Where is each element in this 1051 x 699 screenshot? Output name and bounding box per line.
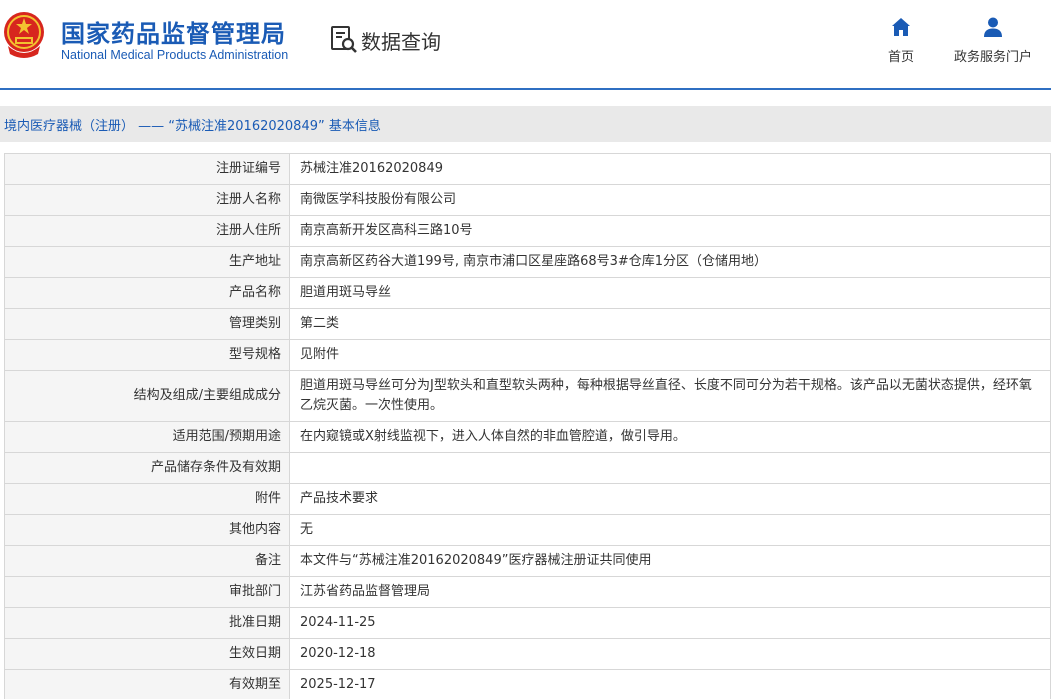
field-label: 型号规格 — [4, 339, 290, 371]
field-label: 管理类别 — [4, 308, 290, 340]
table-row: 结构及组成/主要组成成分 胆道用斑马导丝可分为J型软头和直型软头两种，每种根据导丝… — [4, 370, 1051, 422]
field-value: 南京高新开发区高科三路10号 — [289, 215, 1051, 247]
table-row: 有效期至 2025-12-17 — [4, 669, 1051, 699]
field-label: 其他内容 — [4, 514, 290, 546]
field-value: 2025-12-17 — [289, 669, 1051, 699]
data-query-heading: 数据查询 — [329, 24, 441, 56]
table-row: 备注 本文件与“苏械注准20162020849”医疗器械注册证共同使用 — [4, 545, 1051, 577]
document-search-icon — [331, 26, 357, 53]
field-value: 无 — [289, 514, 1051, 546]
field-label: 审批部门 — [4, 576, 290, 608]
table-row: 注册人住所 南京高新开发区高科三路10号 — [4, 215, 1051, 247]
table-row: 生产地址 南京高新区药谷大道199号, 南京市浦口区星座路68号3#仓库1分区（仓… — [4, 246, 1051, 278]
field-value: 胆道用斑马导丝可分为J型软头和直型软头两种，每种根据导丝直径、长度不同可分为若干… — [289, 370, 1051, 422]
record-title: 境内医疗器械（注册） —— “苏械注准20162020849” 基本信息 — [4, 118, 381, 134]
registration-info-table: 注册证编号 苏械注准20162020849 注册人名称 南微医学科技股份有限公司 注… — [4, 153, 1051, 699]
table-row: 产品储存条件及有效期 — [4, 452, 1051, 484]
field-value: 第二类 — [289, 308, 1051, 340]
nav-home-label: 首页 — [887, 50, 914, 65]
field-value: 南微医学科技股份有限公司 — [289, 184, 1051, 216]
table-row: 审批部门 江苏省药品监督管理局 — [4, 576, 1051, 608]
field-value: 南京高新区药谷大道199号, 南京市浦口区星座路68号3#仓库1分区（仓储用地） — [289, 246, 1051, 278]
user-icon — [984, 17, 1002, 37]
field-value: 2020-12-18 — [289, 638, 1051, 670]
field-value: 产品技术要求 — [289, 483, 1051, 515]
table-row: 管理类别 第二类 — [4, 308, 1051, 340]
home-icon — [892, 18, 910, 36]
field-label: 适用范围/预期用途 — [4, 421, 290, 453]
logo-title-en[interactable]: National Medical Products Administration — [61, 48, 288, 62]
table-row: 适用范围/预期用途 在内窥镜或X射线监视下，进入人体自然的非血管腔道，做引导用。 — [4, 421, 1051, 453]
field-label: 备注 — [4, 545, 290, 577]
logo-title-cn[interactable]: 国家药品监督管理局 — [61, 14, 286, 49]
field-value: 2024-11-25 — [289, 607, 1051, 639]
field-value: 胆道用斑马导丝 — [289, 277, 1051, 309]
field-value — [289, 452, 1051, 484]
table-row: 产品名称 胆道用斑马导丝 — [4, 277, 1051, 309]
header-divider — [0, 88, 1051, 90]
field-value: 本文件与“苏械注准20162020849”医疗器械注册证共同使用 — [289, 545, 1051, 577]
field-label: 注册证编号 — [4, 153, 290, 185]
field-label: 注册人住所 — [4, 215, 290, 247]
table-row: 其他内容无 — [4, 514, 1051, 546]
site-header: 国家药品监督管理局 National Medical Products Admi… — [0, 0, 1051, 88]
data-query-label: 数据查询 — [361, 29, 441, 54]
record-title-bar: 境内医疗器械（注册） —— “苏械注准20162020849” 基本信息 — [0, 106, 1051, 142]
field-label: 产品储存条件及有效期 — [4, 452, 290, 484]
nav-home[interactable]: 首页 — [883, 16, 919, 65]
field-label: 注册人名称 — [4, 184, 290, 216]
table-row: 附件 产品技术要求 — [4, 483, 1051, 515]
table-row: 型号规格 见附件 — [4, 339, 1051, 371]
field-label: 产品名称 — [4, 277, 290, 309]
field-label: 生产地址 — [4, 246, 290, 278]
table-row: 注册人名称 南微医学科技股份有限公司 — [4, 184, 1051, 216]
field-value: 在内窥镜或X射线监视下，进入人体自然的非血管腔道，做引导用。 — [289, 421, 1051, 453]
national-emblem-icon[interactable] — [2, 10, 46, 60]
nav-service-portal-label: 政务服务门户 — [953, 50, 1032, 65]
field-label: 生效日期 — [4, 638, 290, 670]
field-label: 有效期至 — [4, 669, 290, 699]
table-row: 批准日期 2024-11-25 — [4, 607, 1051, 639]
field-label: 附件 — [4, 483, 290, 515]
field-label: 结构及组成/主要组成成分 — [4, 370, 290, 422]
field-value: 江苏省药品监督管理局 — [289, 576, 1051, 608]
field-label: 批准日期 — [4, 607, 290, 639]
table-row: 注册证编号 苏械注准20162020849 — [4, 153, 1051, 185]
field-value: 见附件 — [289, 339, 1051, 371]
nav-service-portal[interactable]: 政务服务门户 — [948, 16, 1038, 65]
field-value: 苏械注准20162020849 — [289, 153, 1051, 185]
table-row: 生效日期 2020-12-18 — [4, 638, 1051, 670]
